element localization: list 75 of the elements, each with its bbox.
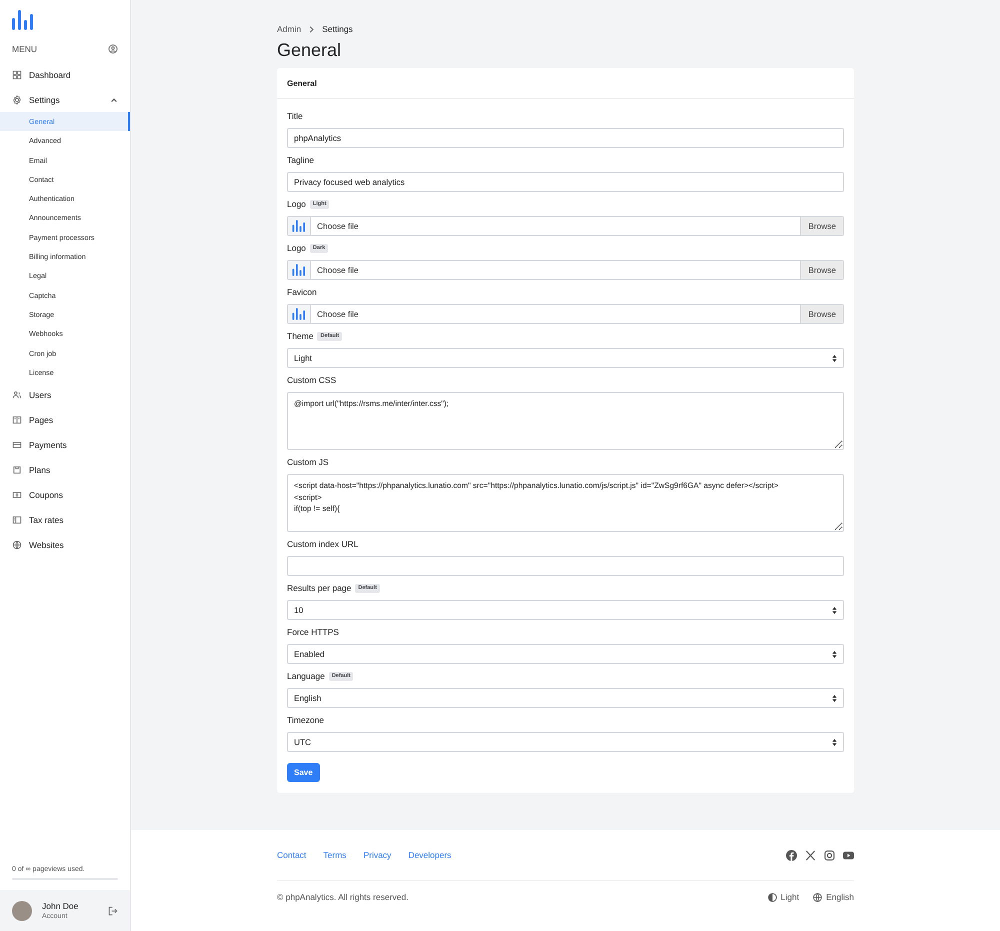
menu-heading: MENU (12, 44, 38, 54)
field-label: Custom JS (287, 457, 329, 467)
field-label: Title (287, 111, 303, 121)
footer-link[interactable]: Developers (408, 850, 452, 860)
sidebar-item[interactable]: Users (0, 382, 130, 408)
menu-item-icon (12, 464, 22, 475)
sidebar-item[interactable]: Payments (0, 432, 130, 458)
field-label: Favicon (287, 287, 317, 297)
bar-chart-icon (292, 308, 306, 320)
menu-item-icon (12, 70, 22, 80)
card-title: General (287, 78, 317, 88)
sidebar-item[interactable]: Settings (0, 87, 130, 112)
field-label: Theme (287, 331, 314, 341)
user-circle-icon[interactable] (108, 44, 118, 54)
sidebar-item[interactable]: Pages (0, 407, 130, 432)
menu-item-icon (12, 414, 22, 425)
field-label: Results per page (287, 583, 352, 593)
sidebar-item[interactable]: Dashboard (0, 62, 130, 87)
file-input[interactable]: Choose file Browse (287, 304, 844, 324)
field-label: Custom CSS (287, 375, 336, 385)
caret-icon (110, 96, 118, 104)
sidebar-item[interactable]: Plans (0, 457, 130, 482)
field-label: Timezone (287, 715, 324, 725)
menu-item-icon (12, 440, 22, 450)
field-label: Tagline (287, 155, 314, 165)
avatar (12, 900, 32, 920)
select-arrows-icon (832, 694, 837, 702)
menu-item-icon (12, 514, 22, 525)
language-selector[interactable]: English (813, 892, 854, 902)
menu-item-icon (12, 490, 22, 500)
instagram-icon[interactable] (824, 850, 835, 860)
bar-chart-icon (292, 220, 306, 232)
breadcrumb-link[interactable]: Admin (277, 24, 302, 34)
menu-item-icon (12, 540, 22, 550)
field-label: Logo (287, 199, 306, 209)
bar-chart-logo (12, 10, 34, 30)
settings-icon (12, 94, 22, 104)
field-label: Language (287, 671, 325, 681)
select-arrows-icon (832, 354, 837, 362)
field-label: Custom index URL (287, 539, 358, 549)
theme-toggle[interactable]: Light (768, 892, 800, 902)
text-input[interactable] (287, 556, 844, 576)
select-field[interactable]: English (287, 688, 844, 708)
save-button[interactable]: Save (287, 763, 320, 782)
x-icon[interactable] (805, 850, 816, 860)
field-label: Logo (287, 243, 306, 253)
logout-icon[interactable] (108, 906, 118, 916)
select-arrows-icon (832, 738, 837, 746)
sidebar-item[interactable]: Tax rates (0, 507, 130, 532)
text-input[interactable]: Privacy focused web analytics (287, 172, 844, 192)
select-field[interactable]: Light (287, 348, 844, 368)
footer-link[interactable]: Contact (277, 850, 306, 860)
bar-chart-icon (292, 264, 306, 276)
select-field[interactable]: 10 (287, 600, 844, 620)
select-arrows-icon (832, 606, 837, 614)
chevron-right-icon (308, 26, 316, 32)
globe-icon (813, 892, 822, 902)
facebook-icon[interactable] (786, 850, 797, 860)
text-input[interactable]: phpAnalytics (287, 128, 844, 148)
file-input[interactable]: Choose file Browse (287, 260, 844, 280)
page-title: General (277, 40, 342, 61)
select-arrows-icon (832, 650, 837, 658)
select-field[interactable]: UTC (287, 732, 844, 752)
footer-link[interactable]: Privacy (363, 850, 392, 860)
contrast-icon (768, 892, 777, 902)
sidebar-item[interactable]: Coupons (0, 482, 130, 508)
youtube-icon[interactable] (843, 850, 854, 860)
select-field[interactable]: Enabled (287, 644, 844, 664)
menu-item-icon (12, 390, 22, 400)
user-name: John Doe (42, 901, 80, 911)
footer-link[interactable]: Terms (323, 850, 346, 860)
field-label: Force HTTPS (287, 627, 339, 637)
file-input[interactable]: Choose file Browse (287, 216, 844, 236)
copyright-text: © phpAnalytics. All rights reserved. (277, 892, 408, 902)
sidebar-item[interactable]: Websites (0, 532, 130, 558)
